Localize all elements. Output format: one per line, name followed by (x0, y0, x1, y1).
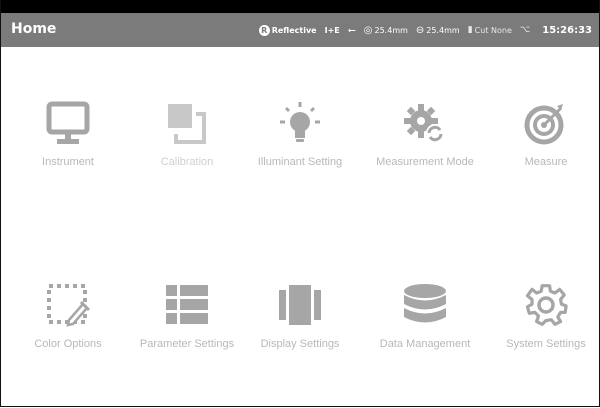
list-table-icon (166, 285, 208, 324)
display-settings-label: Display Settings (260, 338, 340, 350)
target-icon (524, 104, 564, 145)
data-management-label: Data Management (379, 338, 471, 350)
illuminant-setting-label: Illuminant Setting (257, 156, 343, 168)
color-options-label: Color Options (34, 338, 102, 350)
columns-icon (279, 285, 321, 325)
cut-indicator: ▮ Cut None (468, 25, 512, 35)
calibration-label: Calibration (160, 156, 214, 168)
aperture-icon: ◎ (363, 24, 373, 36)
wifi-icon: ⌥ (519, 25, 531, 35)
measurement-mode-button[interactable]: Measurement Mode (370, 100, 480, 168)
cut-value: Cut None (474, 25, 512, 35)
title-bar: Home R Reflective I+E ⭠ ◎ 25.4mm ⊖ 25.4m… (1, 13, 599, 47)
lightbulb-icon (280, 102, 320, 142)
aperture-indicator: ◎ 25.4mm (364, 25, 408, 36)
lens-value: 25.4mm (426, 25, 460, 35)
lens-icon: ⊖ (415, 24, 425, 36)
parameter-settings-label: Parameter Settings (139, 338, 235, 350)
measure-button[interactable]: Measure (501, 100, 591, 168)
ie-text: I+E (324, 25, 340, 35)
mode-indicator: R Reflective (258, 24, 317, 36)
lens-indicator: ⊖ 25.4mm (416, 25, 460, 36)
system-settings-button[interactable]: System Settings (501, 282, 591, 350)
calibration-icon (168, 104, 206, 144)
illuminant-setting-button[interactable]: Illuminant Setting (245, 100, 355, 168)
page-title: Home (11, 21, 57, 37)
database-icon (404, 284, 446, 323)
instrument-label: Instrument (42, 156, 94, 168)
gear-icon (525, 284, 568, 326)
reflective-badge-icon: R (258, 24, 270, 36)
parameter-settings-button[interactable]: Parameter Settings (132, 282, 242, 350)
color-options-button[interactable]: Color Options (23, 282, 113, 350)
clock: 15:26:33 (542, 24, 592, 36)
calibration-button[interactable]: Calibration (142, 100, 232, 168)
app-window: Home R Reflective I+E ⭠ ◎ 25.4mm ⊖ 25.4m… (0, 0, 600, 407)
mode-text: Reflective (271, 25, 317, 35)
measure-label: Measure (524, 156, 568, 168)
filter-icon: ▮ (467, 25, 473, 35)
color-picker-icon (47, 284, 91, 327)
status-bar: R Reflective I+E ⭠ ◎ 25.4mm ⊖ 25.4mm ▮ C… (258, 13, 592, 47)
aperture-value: 25.4mm (374, 25, 408, 35)
usb-icon: ⭠ (347, 24, 356, 36)
gear-refresh-icon (404, 104, 444, 142)
system-settings-label: System Settings (506, 338, 586, 350)
monitor-icon (46, 101, 90, 144)
data-management-button[interactable]: Data Management (370, 282, 480, 350)
measurement-mode-label: Measurement Mode (376, 156, 474, 168)
instrument-button[interactable]: Instrument (23, 100, 113, 168)
display-settings-button[interactable]: Display Settings (255, 282, 345, 350)
